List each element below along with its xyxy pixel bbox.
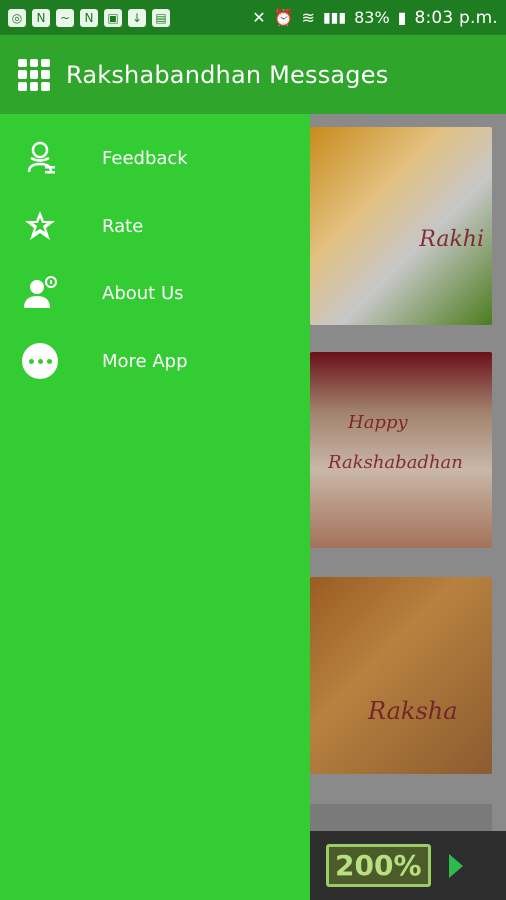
battery-percent: 83% <box>354 8 390 27</box>
message-card[interactable]: Happy Rakshabadhan <box>310 352 492 548</box>
status-bar: ◎ N ~ N ▣ ↓ ▤ ✕ ⏰ ≋ ▮▮▮ 83% ▮ 8:03 p.m. <box>0 0 506 35</box>
card-caption: Rakhi <box>419 227 484 252</box>
signal-icon: ▮▮▮ <box>322 9 347 26</box>
drawer-item-feedback[interactable]: Feedback <box>0 126 310 190</box>
alarm-icon: ⏰ <box>273 8 294 27</box>
battery-icon: ▮ <box>397 8 407 27</box>
message-card[interactable]: Rakhi <box>310 127 492 325</box>
grid-menu-icon[interactable] <box>18 58 50 91</box>
wifi-icon: ≋ <box>301 8 315 27</box>
notification-app-icon: N <box>32 8 50 27</box>
support-agent-icon <box>20 138 60 178</box>
notification-icons: ◎ N ~ N ▣ ↓ ▤ <box>8 8 170 27</box>
drawer-item-more-app[interactable]: More App <box>0 329 310 393</box>
card-caption: Raksha <box>368 697 458 725</box>
message-card[interactable]: Raksha <box>310 577 492 774</box>
download-icon: ↓ <box>128 8 146 27</box>
play-store-icon <box>448 853 463 878</box>
content-list: Rakhi Happy Rakshabadhan Raksha <box>310 114 506 900</box>
star-icon <box>20 206 60 246</box>
mute-icon: ✕ <box>252 8 266 27</box>
more-dots-icon <box>20 341 60 381</box>
card-caption-top: Happy <box>348 412 408 433</box>
image-icon: ▣ <box>104 8 122 27</box>
status-icons: ✕ ⏰ ≋ ▮▮▮ 83% ▮ 8:03 p.m. <box>252 8 498 28</box>
briefcase-icon: ▤ <box>152 8 170 27</box>
app-bar: Rakshabandhan Messages <box>0 35 506 114</box>
navigation-drawer: Feedback Rate About Us More App <box>0 114 310 900</box>
drawer-item-label: More App <box>102 350 188 372</box>
drawer-item-label: About Us <box>102 282 184 304</box>
clock: 8:03 p.m. <box>414 7 498 28</box>
drawer-item-label: Rate <box>102 215 144 237</box>
ad-banner[interactable]: 200% <box>310 831 506 900</box>
card-caption: Rakshabadhan <box>328 452 463 473</box>
drawer-item-rate[interactable]: Rate <box>0 194 310 258</box>
drawer-item-about-us[interactable]: About Us <box>0 261 310 325</box>
drawer-item-label: Feedback <box>102 147 188 169</box>
notification-app-icon-2: N <box>80 8 98 27</box>
messenger-icon: ~ <box>56 8 74 27</box>
ad-battery-graphic: 200% <box>326 844 431 887</box>
whatsapp-icon: ◎ <box>8 8 26 27</box>
person-info-icon <box>20 273 60 313</box>
app-title: Rakshabandhan Messages <box>66 60 389 89</box>
